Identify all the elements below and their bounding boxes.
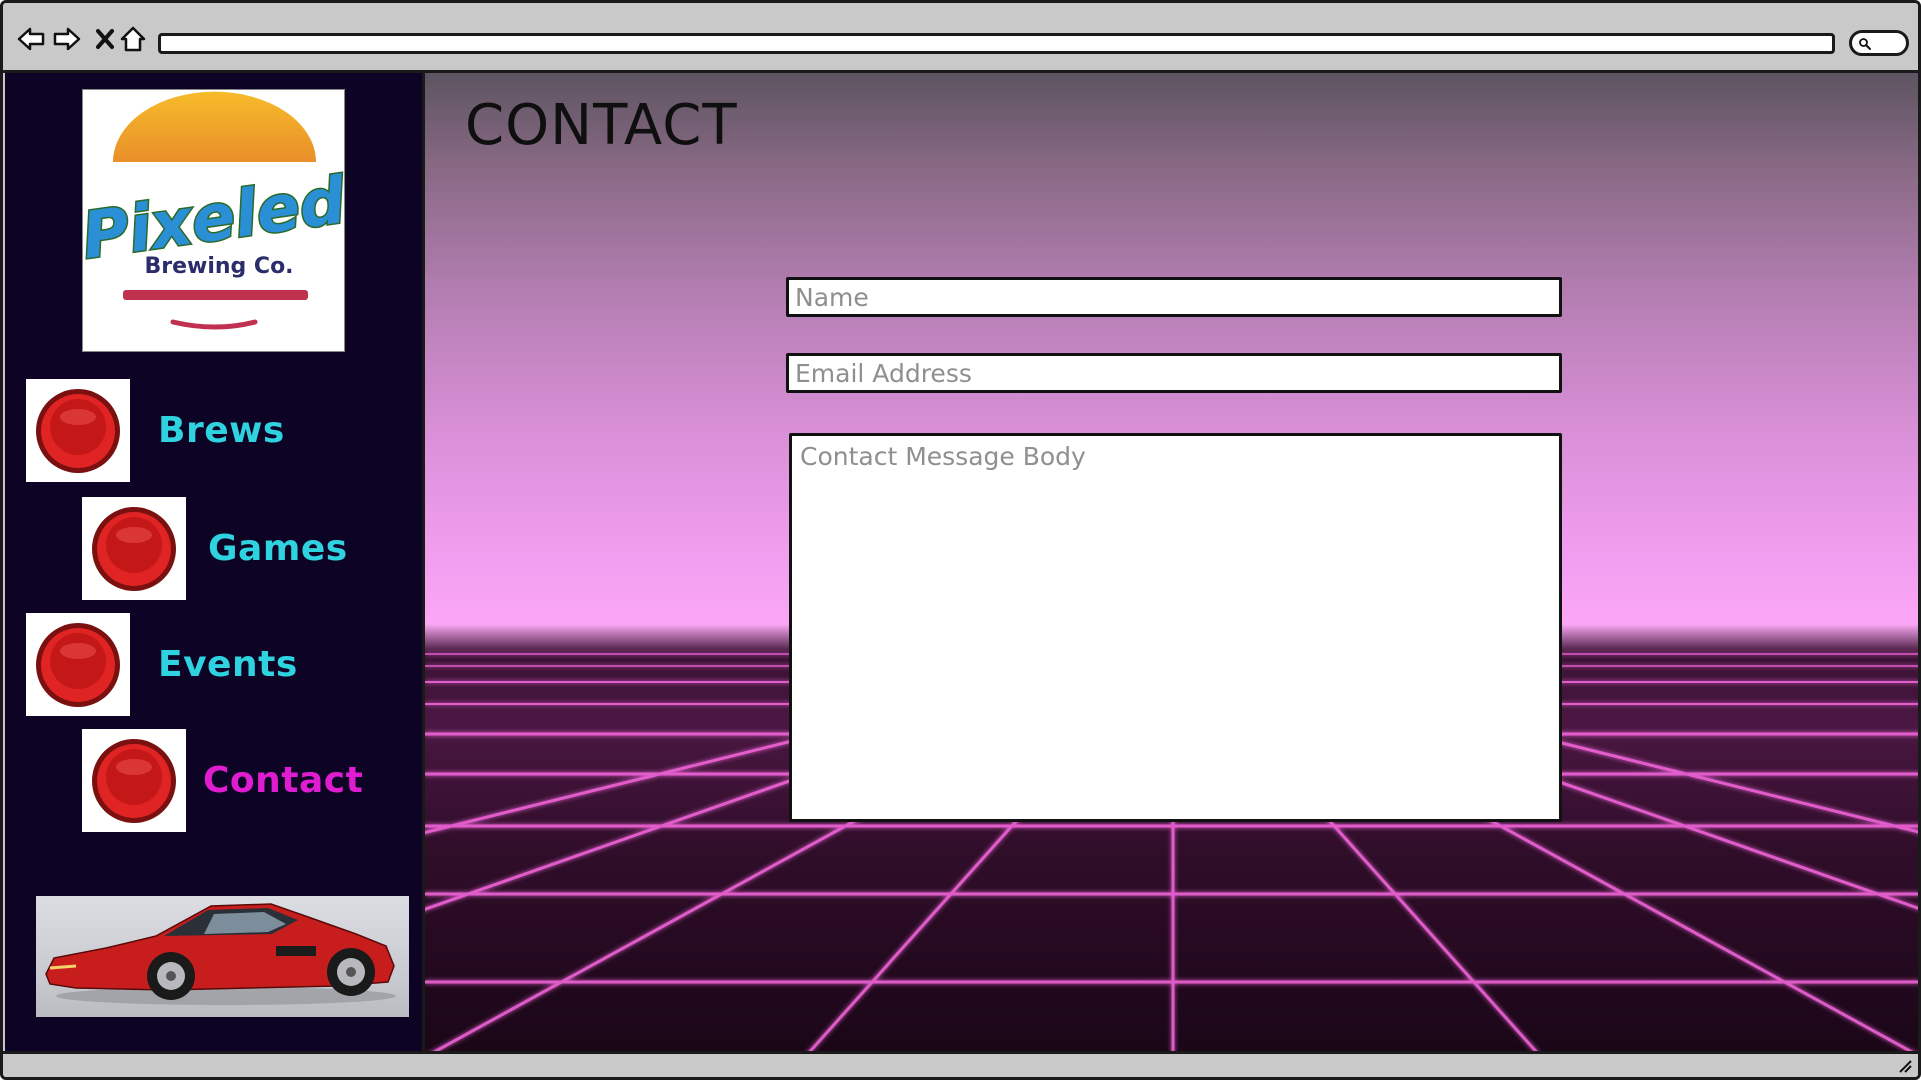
address-bar[interactable] (158, 33, 1835, 54)
search-icon (1859, 38, 1871, 50)
page-title: CONTACT (465, 93, 738, 158)
email-address-input[interactable] (786, 353, 1562, 393)
browser-window: Pixeled Brewing Co. Brews Games Events C… (0, 0, 1921, 1080)
resize-grip-icon[interactable] (1896, 1057, 1912, 1073)
nav-label-games: Games (208, 528, 348, 569)
browser-search-button[interactable] (1849, 30, 1909, 56)
close-icon (96, 29, 114, 49)
arrow-left-icon (17, 27, 45, 51)
nav-label-contact: Contact (203, 760, 364, 801)
arcade-button-icon (26, 613, 130, 716)
nav-item-games[interactable]: Games (82, 497, 348, 600)
browser-status-bar (3, 1051, 1918, 1077)
home-icon (120, 26, 146, 52)
home-button[interactable] (117, 23, 149, 55)
arcade-button-icon (26, 379, 130, 482)
nav-label-events: Events (158, 644, 298, 685)
pixeled-brewing-logo: Pixeled Brewing Co. (76, 91, 353, 330)
sports-car-image (36, 896, 409, 1017)
arcade-button-icon (82, 497, 186, 600)
nav-item-events[interactable]: Events (26, 613, 298, 716)
arcade-button-icon (82, 729, 186, 832)
nav-item-contact[interactable]: Contact (82, 729, 363, 832)
arrow-right-icon (53, 27, 81, 51)
contact-message-textarea[interactable] (789, 433, 1562, 822)
sidebar: Pixeled Brewing Co. Brews Games Events C… (5, 73, 425, 1057)
browser-toolbar (3, 3, 1918, 73)
brand-logo[interactable]: Pixeled Brewing Co. (76, 89, 353, 352)
nav-item-brews[interactable]: Brews (26, 379, 285, 482)
logo-brand-sub: Brewing Co. (144, 254, 293, 279)
main-content: CONTACT (425, 73, 1918, 1057)
back-button[interactable] (15, 23, 47, 55)
name-input[interactable] (786, 277, 1562, 317)
forward-button[interactable] (51, 23, 83, 55)
nav-label-brews: Brews (158, 410, 285, 451)
